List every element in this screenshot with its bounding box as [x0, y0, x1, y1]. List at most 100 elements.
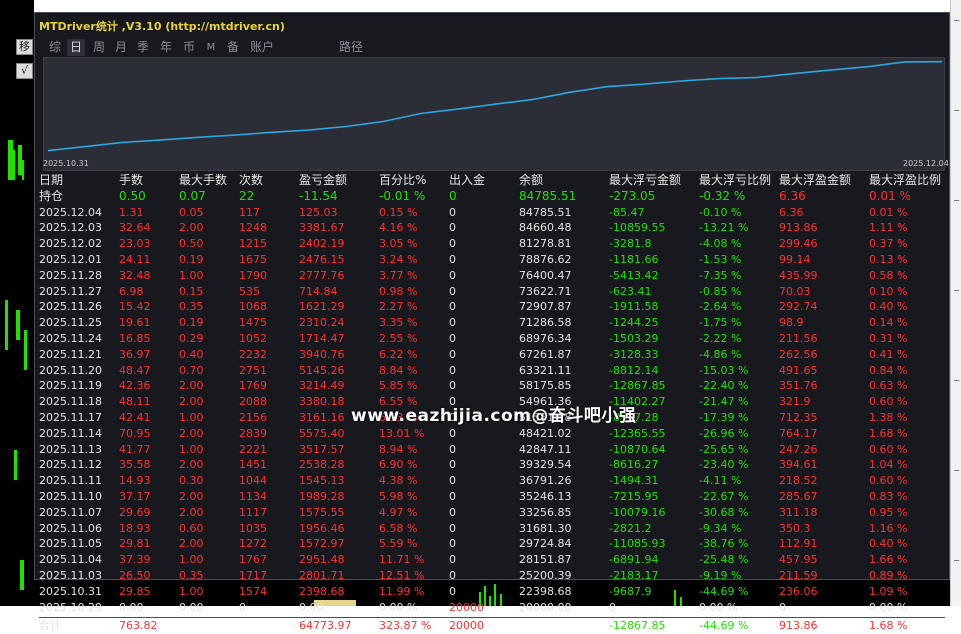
table-row[interactable]: 2025.12.01 24.11 0.19 1675 2476.15 3.24 % 0 788…	[39, 252, 945, 268]
table-row[interactable]: 2025.11.06 18.93 0.60 1035 1956.46 6.58 % 0 316…	[39, 521, 945, 537]
table-row[interactable]: 2025.11.20 48.47 0.70 2751 5145.26 8.84 % 0 633…	[39, 363, 945, 379]
column-header: 手数	[119, 173, 144, 187]
table-cell: 2.00	[179, 489, 204, 503]
tab-monthly[interactable]: 月	[113, 39, 129, 56]
table-row[interactable]: 2025.11.28 32.48 1.00 1790 2777.76 3.77 % 0 764…	[39, 268, 945, 284]
table-cell: -13.21 %	[699, 221, 749, 235]
table-cell: 99.14	[779, 252, 811, 266]
table-cell: 16.85	[119, 331, 151, 345]
table-row[interactable]: 2025.11.24 16.85 0.29 1052 1714.47 2.55 % 0 689…	[39, 331, 945, 347]
table-row[interactable]: 2025.12.03 32.64 2.00 1248 3381.67 4.16 % 0 846…	[39, 220, 945, 236]
table-cell: 1769	[239, 379, 267, 393]
table-cell: 2.00	[179, 426, 204, 440]
table-cell: 1575.55	[299, 505, 345, 519]
tab-account[interactable]: 账户	[248, 39, 276, 56]
total-row: 合计 763.82 64773.97 323.87 % 20000 -12867.85 -4…	[39, 617, 945, 634]
table-row[interactable]: 2025.11.19 42.36 2.00 1769 3214.49 5.85 % 0 581…	[39, 378, 945, 394]
table-cell: 2025.10.31	[39, 584, 102, 598]
table-cell: 0.35	[179, 568, 204, 582]
table-row[interactable]: 2025.11.27 6.98 0.15 535 714.84 0.98 % 0 73622.…	[39, 284, 945, 300]
table-row[interactable]: 2025.11.12 35.58 2.00 1451 2538.28 6.90 % 0 393…	[39, 457, 945, 473]
table-cell: 1.00	[179, 268, 204, 282]
table-cell: -1181.66	[609, 252, 659, 266]
table-cell: 1.68 %	[869, 426, 908, 440]
table-cell: 48.11	[119, 395, 151, 409]
table-cell: 0.89 %	[869, 568, 908, 582]
table-cell: 15.42	[119, 300, 151, 314]
table-cell: 351.76	[779, 379, 818, 393]
tab-notes[interactable]: 备	[225, 39, 241, 56]
check-button[interactable]: √	[16, 63, 33, 79]
table-cell: 3.77 %	[379, 268, 418, 282]
table-cell: 5.85 %	[379, 379, 418, 393]
table-cell: 72907.87	[519, 300, 572, 314]
table-cell: 2025.11.13	[39, 442, 102, 456]
tab-magic[interactable]: M	[205, 39, 217, 56]
table-cell: 0.00 %	[869, 600, 908, 614]
tab-quarterly[interactable]: 季	[135, 39, 151, 56]
table-cell: 1.16 %	[869, 521, 908, 535]
total-cell: 64773.97	[299, 619, 352, 633]
table-cell: 6.98	[119, 284, 144, 298]
table-cell: 1956.46	[299, 521, 345, 535]
table-row[interactable]: 2025.11.04 37.39 1.00 1767 2951.48 11.71 % 0 28…	[39, 552, 945, 568]
table-cell: 6.22 %	[379, 347, 418, 361]
table-cell: 0	[449, 331, 456, 345]
table-cell: 5145.26	[299, 363, 345, 377]
table-row[interactable]: 2025.10.31 29.85 1.00 1574 2398.68 11.99 % 0 22…	[39, 584, 945, 600]
table-cell: -4.11 %	[699, 474, 742, 488]
table-row[interactable]: 2025.11.07 29.69 2.00 1117 1575.55 4.97 % 0 332…	[39, 505, 945, 521]
table-cell: 1.11 %	[869, 221, 908, 235]
table-row[interactable]: 2025.11.26 15.42 0.35 1068 1621.29 2.27 % 0 729…	[39, 299, 945, 315]
table-cell: 262.56	[779, 347, 818, 361]
table-cell: 1475	[239, 316, 267, 330]
move-button[interactable]: 移	[16, 39, 33, 55]
table-cell: -3128.33	[609, 347, 659, 361]
table-row[interactable]: 2025.10.29 0.00 0.00 0 0.00 0.00 % 20000 20000.…	[39, 600, 945, 616]
table-row[interactable]: 2025.11.13 41.77 1.00 2221 3517.57 8.94 % 0 428…	[39, 442, 945, 458]
table-cell: -10859.55	[609, 221, 666, 235]
table-row[interactable]: 2025.11.21 36.97 0.40 2232 3940.76 6.22 % 0 672…	[39, 347, 945, 363]
table-cell: 0	[449, 347, 456, 361]
table-cell: 0.37 %	[869, 237, 908, 251]
table-row[interactable]: 2025.11.03 26.50 0.35 1717 2801.71 12.51 % 0 25…	[39, 568, 945, 584]
total-cell: 913.86	[779, 619, 818, 633]
table-cell: 2025.12.04	[39, 205, 102, 219]
scroll-tick	[954, 200, 959, 201]
table-row[interactable]: 2025.11.11 14.93 0.30 1044 1545.13 4.38 % 0 367…	[39, 473, 945, 489]
table-cell: 0.95 %	[869, 505, 908, 519]
table-row[interactable]: 2025.12.02 23.03 0.50 1215 2402.19 3.05 % 0 812…	[39, 236, 945, 252]
table-cell: -8616.27	[609, 458, 659, 472]
title-bar[interactable]: MTDriver统计 ,V3.10 (http://mtdriver.cn)	[35, 13, 949, 35]
tab-currency[interactable]: 币	[181, 39, 197, 56]
right-scroll-strip	[950, 0, 961, 606]
table-cell: 73622.71	[519, 284, 572, 298]
tab-yearly[interactable]: 年	[158, 39, 174, 56]
table-cell: 29.69	[119, 505, 151, 519]
tab-path[interactable]: 路径	[337, 39, 365, 56]
tab-daily[interactable]: 日	[67, 39, 85, 56]
holding-cell: -11.54	[299, 188, 338, 203]
tab-overview[interactable]: 综	[47, 39, 63, 56]
table-cell: 37.17	[119, 489, 151, 503]
table-row[interactable]: 2025.11.05 29.81 2.00 1272 1572.97 5.59 % 0 297…	[39, 536, 945, 552]
bg-candle	[12, 150, 15, 180]
table-cell: 0.15 %	[379, 205, 418, 219]
table-cell: 5.59 %	[379, 537, 418, 551]
table-cell: -7.35 %	[699, 268, 742, 282]
bg-candle	[5, 300, 8, 350]
table-cell: 32.64	[119, 221, 151, 235]
table-cell: -2821.2	[609, 521, 652, 535]
total-cell: 合计	[39, 619, 61, 633]
table-row[interactable]: 2025.11.25 19.61 0.19 1475 2310.24 3.35 % 0 712…	[39, 315, 945, 331]
table-cell: 2310.24	[299, 316, 345, 330]
scroll-tick	[954, 290, 959, 291]
table-cell: 0.60 %	[869, 395, 908, 409]
table-cell: 1574	[239, 584, 267, 598]
table-cell: -0.85 %	[699, 284, 742, 298]
table-row[interactable]: 2025.11.10 37.17 2.00 1134 1989.28 5.98 % 0 352…	[39, 489, 945, 505]
table-row[interactable]: 2025.11.14 70.95 2.00 2839 5575.40 13.01 % 0 48…	[39, 426, 945, 442]
table-cell: 32.48	[119, 268, 151, 282]
table-row[interactable]: 2025.12.04 1.31 0.05 117 125.03 0.15 % 0 84785.…	[39, 205, 945, 221]
tab-weekly[interactable]: 周	[91, 39, 107, 56]
